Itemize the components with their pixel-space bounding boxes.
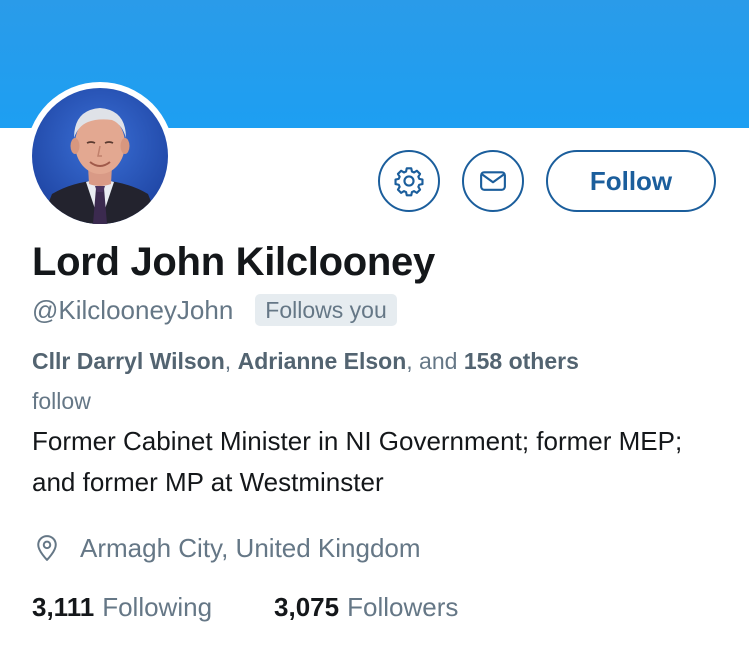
- mutual-others-count[interactable]: 158: [464, 348, 502, 374]
- follow-button[interactable]: Follow: [546, 150, 716, 212]
- mutual-others-word[interactable]: others: [509, 348, 579, 374]
- mutual-suffix: follow: [32, 388, 91, 414]
- followers-stat[interactable]: 3,075 Followers: [274, 592, 458, 623]
- followers-count: 3,075: [274, 591, 340, 622]
- message-button[interactable]: [462, 150, 524, 212]
- avatar-photo: [32, 88, 168, 224]
- gear-icon: [394, 167, 424, 197]
- user-handle: @KilclooneyJohn: [32, 294, 234, 325]
- following-count: 3,111: [32, 591, 95, 622]
- profile-bio: Former Cabinet Minister in NI Government…: [32, 426, 683, 497]
- following-label: Following: [102, 591, 213, 622]
- location-row: Armagh City, United Kingdom: [32, 528, 421, 568]
- mutual-separator: ,: [224, 348, 238, 374]
- settings-button[interactable]: [378, 150, 440, 212]
- handle-row: @KilclooneyJohn Follows you: [32, 292, 397, 328]
- display-name: Lord John Kilclooney: [32, 240, 435, 284]
- stats-row: 3,111 Following 3,075 Followers: [32, 587, 458, 627]
- location-text: Armagh City, United Kingdom: [80, 532, 421, 563]
- followers-label: Followers: [347, 591, 459, 622]
- avatar[interactable]: [26, 82, 174, 230]
- location-pin-icon: [37, 535, 57, 561]
- mutual-follower-name[interactable]: Cllr Darryl Wilson: [32, 348, 225, 374]
- followers-you-know[interactable]: Cllr Darryl Wilson, Adrianne Elson, and …: [32, 341, 612, 421]
- follows-you-badge: Follows you: [255, 294, 397, 326]
- profile-page: Follow Lord John Kilclooney @KilclooneyJ…: [0, 0, 749, 655]
- following-stat[interactable]: 3,111 Following: [32, 592, 212, 623]
- envelope-icon: [480, 171, 506, 191]
- mutual-follower-name[interactable]: Adrianne Elson: [238, 348, 407, 374]
- mutual-conjunction: , and: [406, 348, 464, 374]
